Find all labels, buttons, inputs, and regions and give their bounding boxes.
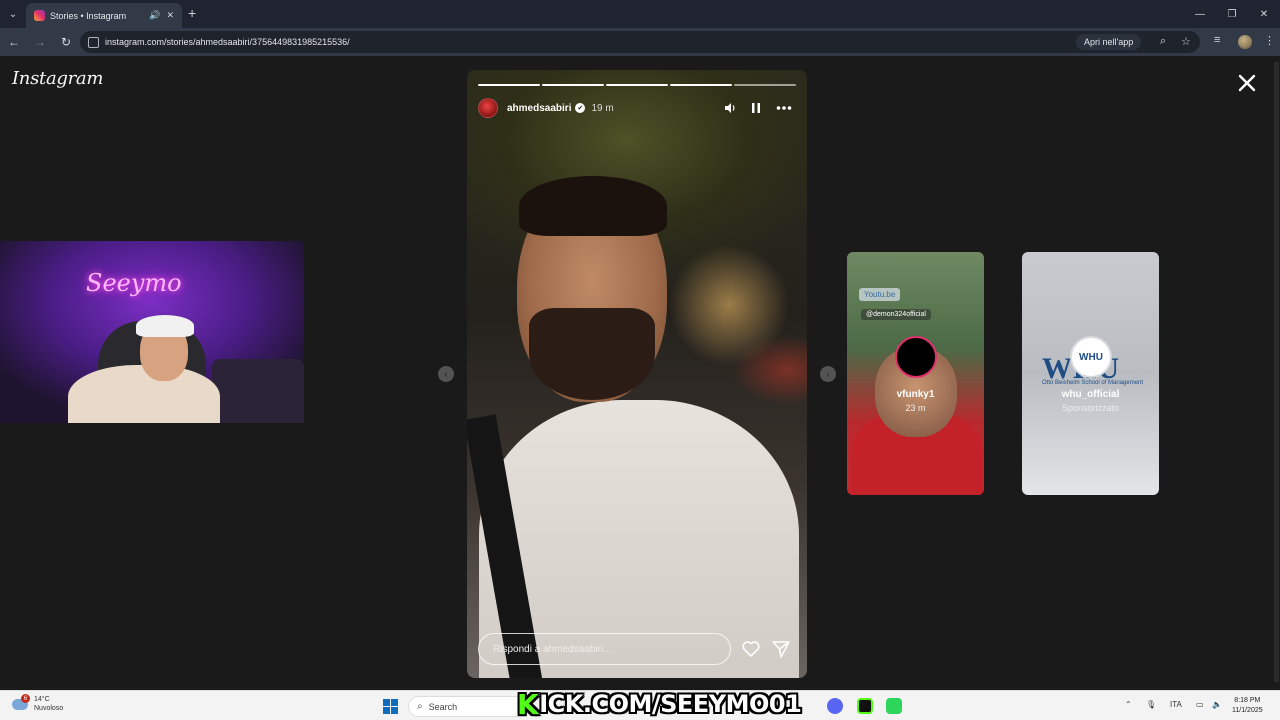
kick-channel-overlay: K ICK.COM/SEEYMO01 [517,687,802,720]
story-time: 19 m [591,102,614,114]
minimize-button[interactable]: — [1184,0,1216,28]
preview-user-avatar [895,336,937,378]
taskbar-search[interactable]: ⌕ Search [408,696,528,717]
story-username[interactable]: ahmedsaabiri [507,103,571,114]
reload-button[interactable]: ↻ [54,30,78,54]
preview-time: 23 m [905,403,926,413]
preview-username: vfunky1 [896,389,935,400]
share-send-icon[interactable] [771,639,791,659]
story-header: ahmedsaabiri ✔ 19 m [478,97,796,119]
clock-date: 11/1/2025 [1232,707,1263,714]
webcam-streamer-cap [136,315,194,337]
previous-story-button[interactable]: ‹ [438,366,454,382]
streamer-webcam-overlay: Seeymo [0,241,304,423]
instagram-story-viewer: Instagram ‹ › ahmedsaabiri ✔ 19 m Rispon… [0,58,1280,690]
pause-icon[interactable] [750,102,762,114]
screen: ⌄ Stories • Instagram 🔊 ✕ + — ❐ ✕ ← → ↻ … [0,0,1280,720]
webcam-sofa [212,359,304,423]
site-info-icon[interactable] [88,36,99,48]
weather-temp: 14°C [34,696,50,703]
sponsored-label: Sponsorizzato [1061,403,1120,413]
address-bar[interactable]: instagram.com/stories/ahmedsaabiri/37564… [80,31,1200,53]
back-button[interactable]: ← [2,30,26,54]
browser-menu-icon[interactable]: ⋮ [1264,34,1275,47]
forward-button[interactable]: → [28,30,52,54]
clock-time: 8:18 PM [1234,697,1261,704]
maximize-button[interactable]: ❐ [1216,0,1248,28]
search-label: Search [428,701,458,712]
link-sticker: Youtu.be [859,288,901,301]
profile-avatar[interactable] [1238,35,1252,49]
story-user-avatar[interactable] [478,98,498,118]
verified-badge-icon: ✔ [575,103,586,113]
windows-start-icon[interactable] [383,699,398,714]
whu-avatar: WHU [1070,336,1112,378]
instagram-logo[interactable]: Instagram [12,68,103,89]
kick-logo-icon: K [517,687,539,720]
tab-title: Stories • Instagram [50,10,127,21]
weather-description: Nuvoloso [34,705,64,712]
tray-overflow-icon[interactable]: ⌃ [1125,700,1132,709]
next-story-preview[interactable]: Youtu.be @demon324official vfunky1 23 m [847,252,984,495]
new-tab-button[interactable]: + [188,5,196,21]
close-window-button[interactable]: ✕ [1248,0,1280,28]
weather-widget[interactable]: 6 14°C Nuvoloso [12,694,64,713]
bookmark-star-icon[interactable]: ☆ [1181,35,1191,48]
story-person-hair [519,176,667,236]
speaker-icon[interactable]: 🔈 [1212,700,1222,709]
story-progress-segment [542,84,604,86]
reading-list-icon[interactable]: ≡ [1214,34,1220,46]
microphone-icon[interactable]: 🎙 [1146,700,1156,709]
open-in-app-button[interactable]: Apri nell'app [1076,34,1142,50]
discord-app-icon[interactable] [827,698,843,714]
story-progress-bar [478,84,796,86]
taskbar-clock[interactable]: 8:18 PM 11/1/2025 [1232,696,1263,716]
more-options-icon[interactable] [776,102,792,114]
reply-input[interactable] [478,633,731,665]
zoom-icon[interactable]: ⌕ [1160,35,1166,48]
story-progress-segment [606,84,668,86]
network-icon[interactable]: ▭ [1196,700,1204,709]
mention-sticker: @demon324official [861,309,931,320]
story-person-beard [529,308,655,400]
notification-badge: 6 [21,694,30,703]
search-icon: ⌕ [417,701,423,712]
browser-tabbar: ⌄ Stories • Instagram 🔊 ✕ + — ❐ ✕ [0,0,1280,28]
sponsored-story-preview[interactable]: WHU Otto Beisheim School of Management W… [1022,252,1159,495]
page-scrollbar[interactable] [1274,62,1279,682]
language-indicator[interactable]: ITA [1170,700,1182,709]
browser-toolbar: ← → ↻ instagram.com/stories/ahmedsaabiri… [0,28,1280,56]
kick-channel-text: ICK.COM/SEEYMO01 [539,690,802,718]
url-text: instagram.com/stories/ahmedsaabiri/37564… [105,37,350,47]
streaming-app-icon[interactable] [886,698,902,714]
story-controls [724,97,792,119]
tab-audio-icon[interactable]: 🔊 [149,10,160,21]
browser-tab[interactable]: Stories • Instagram 🔊 ✕ [26,3,182,28]
story-progress-segment [670,84,732,86]
window-controls: — ❐ ✕ [1184,0,1280,28]
close-stories-icon[interactable] [1236,72,1258,94]
tab-search-button[interactable]: ⌄ [0,0,26,28]
tab-close-icon[interactable]: ✕ [166,10,174,21]
preview-username: whu_official [1061,389,1120,400]
instagram-favicon-icon [34,10,45,21]
next-story-button[interactable]: › [820,366,836,382]
volume-icon[interactable] [724,102,736,114]
kick-app-icon[interactable] [857,698,873,714]
story-card[interactable]: ahmedsaabiri ✔ 19 m [467,70,807,678]
story-progress-segment [478,84,540,86]
story-progress-segment [734,84,796,86]
whu-logo-subtitle: Otto Beisheim School of Management [1042,380,1144,386]
neon-sign: Seeymo [86,269,182,297]
like-heart-icon[interactable] [741,639,761,659]
webcam-streamer-body [68,365,220,423]
